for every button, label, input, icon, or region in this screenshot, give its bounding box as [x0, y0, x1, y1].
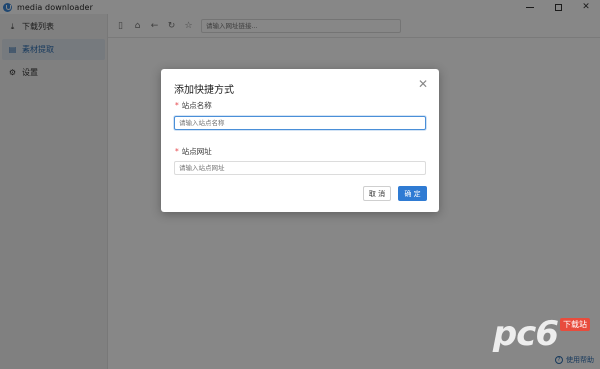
- site-name-label-text: 站点名称: [181, 101, 212, 110]
- required-mark: *: [175, 147, 179, 156]
- site-url-label-text: 站点网址: [181, 147, 212, 156]
- cancel-button[interactable]: 取 消: [363, 186, 391, 201]
- ok-button[interactable]: 确 定: [398, 186, 427, 201]
- dialog-title: 添加快捷方式: [174, 85, 234, 96]
- watermark-tag: 下载站: [560, 318, 590, 331]
- site-name-input[interactable]: [174, 116, 426, 130]
- site-url-label: * 站点网址: [175, 146, 212, 157]
- dialog-close-icon[interactable]: ✕: [418, 78, 428, 90]
- watermark-logo: pc6: [492, 314, 559, 354]
- pc6-watermark: pc6 下载站: [493, 317, 590, 351]
- required-mark: *: [175, 101, 179, 110]
- site-url-input[interactable]: [174, 161, 426, 175]
- site-name-label: * 站点名称: [175, 100, 212, 111]
- add-shortcut-dialog: 添加快捷方式 ✕ *站点名称 *站点网址 取 消 确 定: [161, 69, 439, 212]
